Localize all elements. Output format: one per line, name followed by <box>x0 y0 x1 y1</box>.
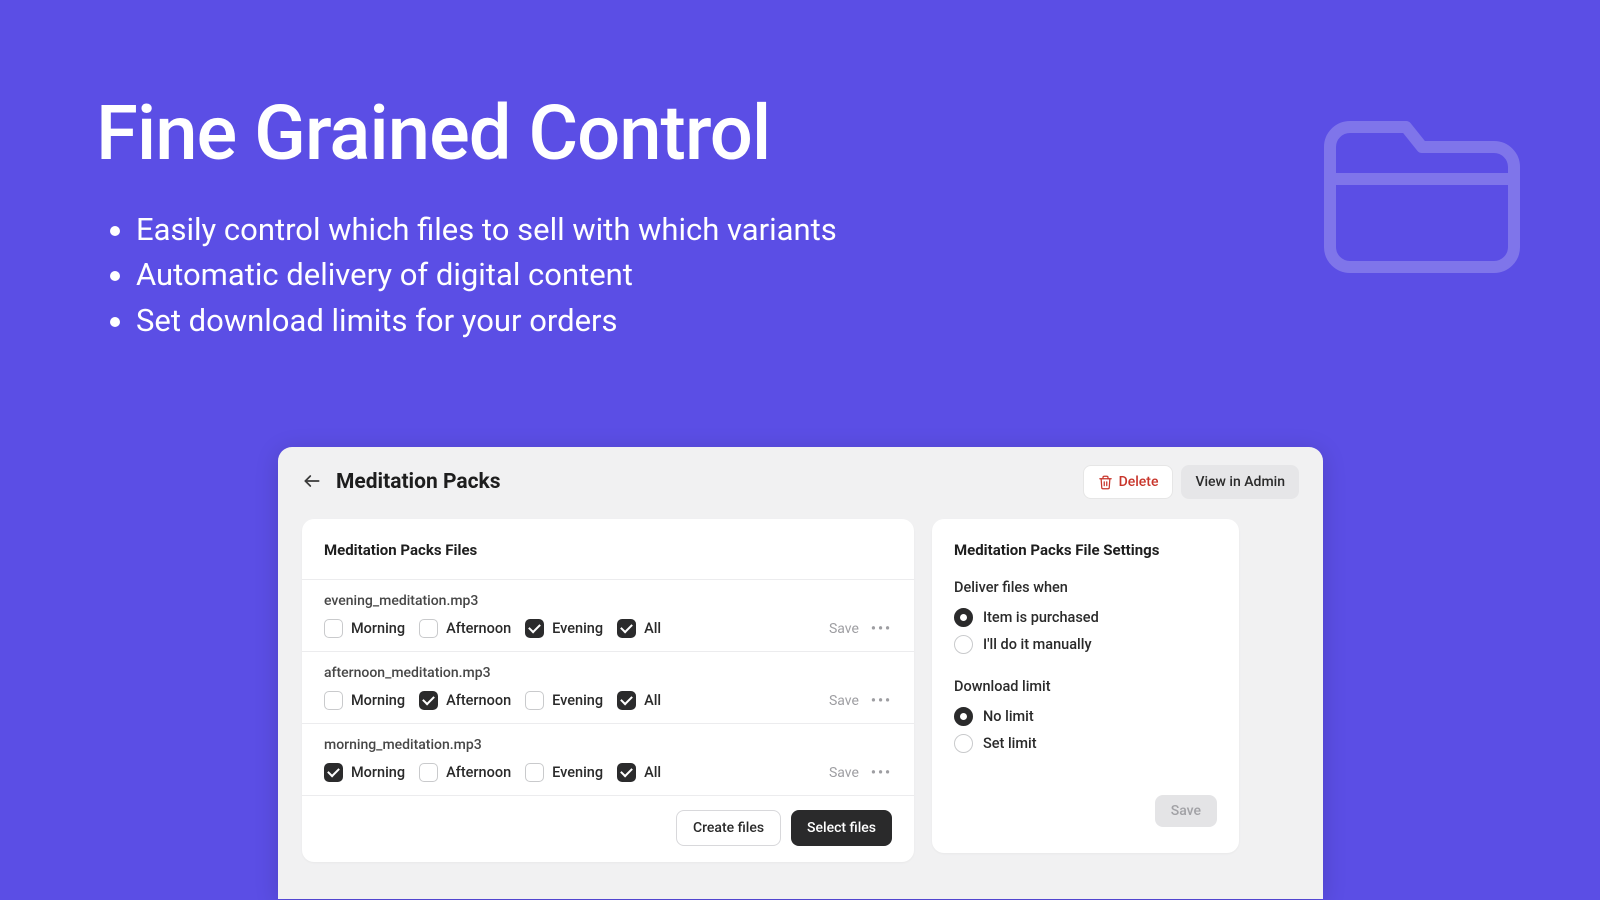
row-save-button[interactable]: Save <box>829 765 859 781</box>
hero-bullets: Easily control which files to sell with … <box>96 208 837 344</box>
hero-bullet: Automatic delivery of digital content <box>136 253 837 296</box>
variant-label: All <box>644 764 661 781</box>
files-card: Meditation Packs Files evening_meditatio… <box>302 519 914 862</box>
limit-radio-no-limit[interactable]: No limit <box>954 707 1217 726</box>
variant-checkbox-afternoon[interactable]: Afternoon <box>419 619 511 638</box>
delete-button[interactable]: Delete <box>1083 465 1174 499</box>
variant-checkbox-afternoon[interactable]: Afternoon <box>419 691 511 710</box>
variant-checkbox-evening[interactable]: Evening <box>525 763 603 782</box>
deliver-label: Deliver files when <box>954 579 1217 596</box>
variant-checkbox-evening[interactable]: Evening <box>525 619 603 638</box>
select-files-button[interactable]: Select files <box>791 810 892 846</box>
create-files-label: Create files <box>693 820 764 836</box>
file-row: morning_meditation.mp3 Morning Afternoon… <box>302 724 914 796</box>
row-save-button[interactable]: Save <box>829 621 859 637</box>
row-save-button[interactable]: Save <box>829 693 859 709</box>
variant-label: Morning <box>351 620 405 637</box>
create-files-button[interactable]: Create files <box>676 810 781 846</box>
files-card-title: Meditation Packs Files <box>302 519 914 580</box>
row-more-icon[interactable]: ••• <box>871 693 892 709</box>
page-title: Meditation Packs <box>336 470 501 494</box>
variant-checkbox-all[interactable]: All <box>617 763 661 782</box>
hero-title: Fine Grained Control <box>96 88 770 178</box>
file-row: afternoon_meditation.mp3 Morning Afterno… <box>302 652 914 724</box>
limit-radio-set-limit[interactable]: Set limit <box>954 734 1217 753</box>
variant-label: Morning <box>351 764 405 781</box>
variant-label: Evening <box>552 692 603 709</box>
settings-card-title: Meditation Packs File Settings <box>954 541 1217 579</box>
view-in-admin-label: View in Admin <box>1195 474 1285 490</box>
folder-icon <box>1322 82 1522 292</box>
file-name: morning_meditation.mp3 <box>324 737 892 753</box>
variant-checkbox-all[interactable]: All <box>617 691 661 710</box>
file-name: evening_meditation.mp3 <box>324 593 892 609</box>
variant-label: Morning <box>351 692 405 709</box>
panel-header: Meditation Packs Delete View in Admin <box>302 465 1299 499</box>
variant-checkbox-morning[interactable]: Morning <box>324 619 405 638</box>
variant-label: All <box>644 692 661 709</box>
limit-label: Download limit <box>954 678 1217 695</box>
settings-save-button[interactable]: Save <box>1155 795 1217 827</box>
hero-bullet: Set download limits for your orders <box>136 299 837 342</box>
variant-checkbox-evening[interactable]: Evening <box>525 691 603 710</box>
file-row: evening_meditation.mp3 Morning Afternoon… <box>302 580 914 652</box>
radio-label: No limit <box>983 708 1034 725</box>
row-more-icon[interactable]: ••• <box>871 621 892 637</box>
variant-label: Evening <box>552 620 603 637</box>
trash-icon <box>1098 475 1113 490</box>
variant-checkbox-all[interactable]: All <box>617 619 661 638</box>
delete-button-label: Delete <box>1119 474 1159 490</box>
view-in-admin-button[interactable]: View in Admin <box>1181 465 1299 499</box>
variant-label: Afternoon <box>446 620 511 637</box>
select-files-label: Select files <box>807 820 876 836</box>
file-name: afternoon_meditation.mp3 <box>324 665 892 681</box>
settings-card: Meditation Packs File Settings Deliver f… <box>932 519 1239 853</box>
hero-bullet: Easily control which files to sell with … <box>136 208 837 251</box>
variant-label: All <box>644 620 661 637</box>
variant-label: Afternoon <box>446 764 511 781</box>
variant-label: Evening <box>552 764 603 781</box>
variant-checkbox-afternoon[interactable]: Afternoon <box>419 763 511 782</box>
variant-label: Afternoon <box>446 692 511 709</box>
variant-checkbox-morning[interactable]: Morning <box>324 763 405 782</box>
back-arrow-icon[interactable] <box>302 471 322 494</box>
product-panel: Meditation Packs Delete View in Admin Me… <box>278 447 1323 899</box>
variant-checkbox-morning[interactable]: Morning <box>324 691 405 710</box>
deliver-radio-manual[interactable]: I'll do it manually <box>954 635 1217 654</box>
radio-label: Item is purchased <box>983 609 1099 626</box>
radio-label: Set limit <box>983 735 1037 752</box>
settings-save-label: Save <box>1171 803 1201 819</box>
row-more-icon[interactable]: ••• <box>871 765 892 781</box>
radio-label: I'll do it manually <box>983 636 1092 653</box>
deliver-radio-purchased[interactable]: Item is purchased <box>954 608 1217 627</box>
